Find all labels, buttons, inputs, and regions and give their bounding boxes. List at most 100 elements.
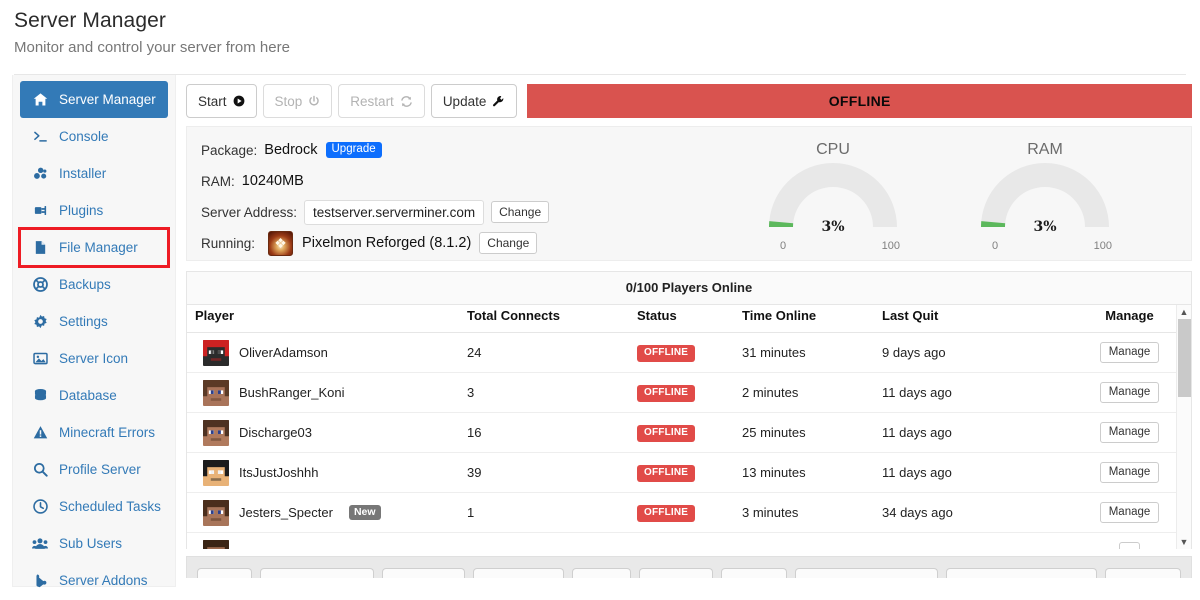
column-header-manage: Manage [1072,305,1187,333]
sidebar-item-server-addons[interactable]: Server Addons [20,562,168,599]
cell-total-connects: 1 [467,492,637,533]
manage-button[interactable] [1118,542,1141,549]
sidebar-item-server-manager[interactable]: Server Manager [20,81,168,118]
cell-last-quit: 11 days ago [882,412,1072,453]
cell-manage: Manage [1072,332,1187,373]
content-area: Start Stop Restart Update OFFLINE Packag… [176,75,1192,578]
bottom-strip-button[interactable] [721,568,788,578]
scroll-up-icon[interactable]: ▲ [1180,305,1189,319]
sidebar-item-label: Plugins [59,203,104,218]
sidebar-item-plugins[interactable]: Plugins [20,192,168,229]
main-layout: Server Manager Console Installer Plugins Fil… [0,75,1200,588]
cell-manage: Manage [1072,412,1187,453]
sidebar-item-sub-users[interactable]: Sub Users [20,525,168,562]
server-info-panel: Package: Bedrock Upgrade RAM: 10240MB Se… [186,126,1192,261]
sidebar-item-installer[interactable]: Installer [20,155,168,192]
bottom-strip-button[interactable] [639,568,713,578]
status-badge: OFFLINE [637,425,696,442]
manage-button[interactable]: Manage [1099,382,1160,403]
stop-button[interactable]: Stop [262,84,333,118]
player-name: BushRanger_Koni [239,385,345,400]
gauge-ram: RAM 3% 0 100 [970,141,1120,252]
manage-button[interactable]: Manage [1099,462,1160,483]
status-badge: OFFLINE [637,505,696,522]
running-row: Running: ❖ Pixelmon Reforged (8.1.2) Cha… [201,230,701,256]
upgrade-button[interactable]: Upgrade [325,141,382,159]
player-name: Jesters_Specter [239,505,333,520]
table-row[interactable]: OliverAdamson 24 OFFLINE 31 minutes 9 days a… [187,332,1187,373]
sidebar-item-profile-server[interactable]: Profile Server [20,451,168,488]
gauge-title: CPU [816,141,850,158]
package-label: Package: [201,142,258,158]
cell-status: OFFLINE [637,372,742,413]
sidebar-item-label: Settings [59,314,108,329]
sidebar-item-server-icon[interactable]: Server Icon [20,340,168,377]
cell-total-connects: 39 [467,452,637,493]
sidebar-item-scheduled-tasks[interactable]: Scheduled Tasks [20,488,168,525]
update-button[interactable]: Update [430,84,518,118]
change-address-button[interactable]: Change [491,201,550,223]
gauge-dial: 3% [758,161,908,239]
sidebar-item-minecraft-errors[interactable]: Minecraft Errors [20,414,168,451]
scrollbar-thumb[interactable] [1178,319,1191,397]
bottom-strip-button[interactable] [260,568,374,578]
cell-total-connects: 3 [467,372,637,413]
change-mod-button[interactable]: Change [479,232,538,254]
table-row[interactable] [187,532,1187,549]
manage-button[interactable]: Manage [1099,422,1160,443]
table-row[interactable]: BushRanger_Koni 3 OFFLINE 2 minutes 11 days … [187,372,1187,413]
scrollbar-track[interactable] [1178,319,1191,535]
bottom-strip-button[interactable] [381,568,466,578]
scroll-down-icon[interactable]: ▼ [1180,535,1189,549]
bottom-strip-button[interactable] [945,568,1098,578]
table-row[interactable]: Jesters_Specter New 1 OFFLINE 3 minutes 34 da… [187,492,1187,533]
sidebar-item-database[interactable]: Database [20,377,168,414]
players-scrollbar[interactable]: ▲ ▼ [1176,305,1191,549]
ram-label: RAM: [201,173,235,189]
gauge-max-label: 100 [881,240,900,252]
bottom-strip-button[interactable] [197,568,253,578]
cell-player: Jesters_Specter New [187,492,467,533]
cell-total-connects [467,532,637,549]
table-row[interactable]: ItsJustJoshhh 39 OFFLINE 13 minutes 11 days … [187,452,1187,493]
cell-last-quit: 11 days ago [882,452,1072,493]
header-row: Player Total Connects Status Time Online… [187,305,1187,333]
update-label: Update [442,93,487,109]
sidebar-item-label: Server Icon [59,351,129,366]
sidebar-item-console[interactable]: Console [20,118,168,155]
manage-button[interactable]: Manage [1099,342,1160,363]
sidebar-nav: Server Manager Console Installer Plugins Fil… [12,75,176,588]
gauge-title: RAM [1027,141,1063,158]
bottom-strip-button[interactable] [572,568,632,578]
bottom-strip-button[interactable] [795,568,938,578]
cell-status: OFFLINE [637,452,742,493]
status-badge: OFFLINE [637,465,696,482]
cell-time-online: 13 minutes [742,452,882,493]
sidebar-item-backups[interactable]: Backups [20,266,168,303]
sidebar-item-label: Server Addons [59,573,148,588]
bottom-strip-button[interactable] [1105,568,1181,578]
cell-player: ItsJustJoshhh [187,452,467,493]
table-row[interactable]: Discharge03 16 OFFLINE 25 minutes 11 days ag… [187,412,1187,453]
package-value: Bedrock [264,142,318,158]
sidebar-item-label: File Manager [59,240,138,255]
restart-button[interactable]: Restart [338,84,425,118]
players-table-body: OliverAdamson 24 OFFLINE 31 minutes 9 days a… [187,332,1187,549]
player-avatar [203,419,229,446]
bottom-strip-button[interactable] [473,568,565,578]
server-address-field[interactable]: testserver.serverminer.com [304,199,485,225]
start-button[interactable]: Start [186,84,257,118]
player-name: OliverAdamson [239,345,328,360]
manage-button[interactable]: Manage [1099,502,1160,523]
server-control-toolbar: Start Stop Restart Update OFFLINE [186,84,1192,118]
running-label: Running: [201,235,256,251]
cell-player: Discharge03 [187,412,467,453]
cell-status [637,532,742,549]
cell-last-quit: 9 days ago [882,332,1072,373]
column-header-player: Player [187,305,467,333]
server-address-row: Server Address: testserver.serverminer.c… [201,199,701,225]
sidebar-item-settings[interactable]: Settings [20,303,168,340]
sidebar-item-file-manager[interactable]: File Manager [18,227,170,268]
play-circle-icon [233,95,245,107]
gauge-dial: 3% [970,161,1120,239]
